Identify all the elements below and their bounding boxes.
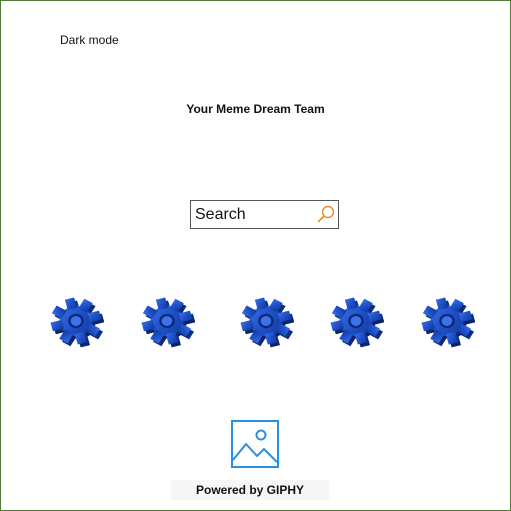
powered-by-giphy[interactable]: Powered by GIPHY <box>171 480 329 500</box>
image-placeholder-icon <box>231 420 279 468</box>
dark-mode-toggle[interactable]: Dark mode <box>60 33 119 47</box>
search-box <box>190 200 339 229</box>
search-input[interactable] <box>195 204 315 226</box>
gear-icon[interactable] <box>236 289 294 351</box>
gear-icon[interactable] <box>46 289 104 351</box>
gear-icon[interactable] <box>326 289 384 351</box>
gear-icon[interactable] <box>137 289 195 351</box>
search-icon[interactable] <box>316 204 336 224</box>
page-title: Your Meme Dream Team <box>186 102 325 116</box>
gear-icon[interactable] <box>417 289 475 351</box>
